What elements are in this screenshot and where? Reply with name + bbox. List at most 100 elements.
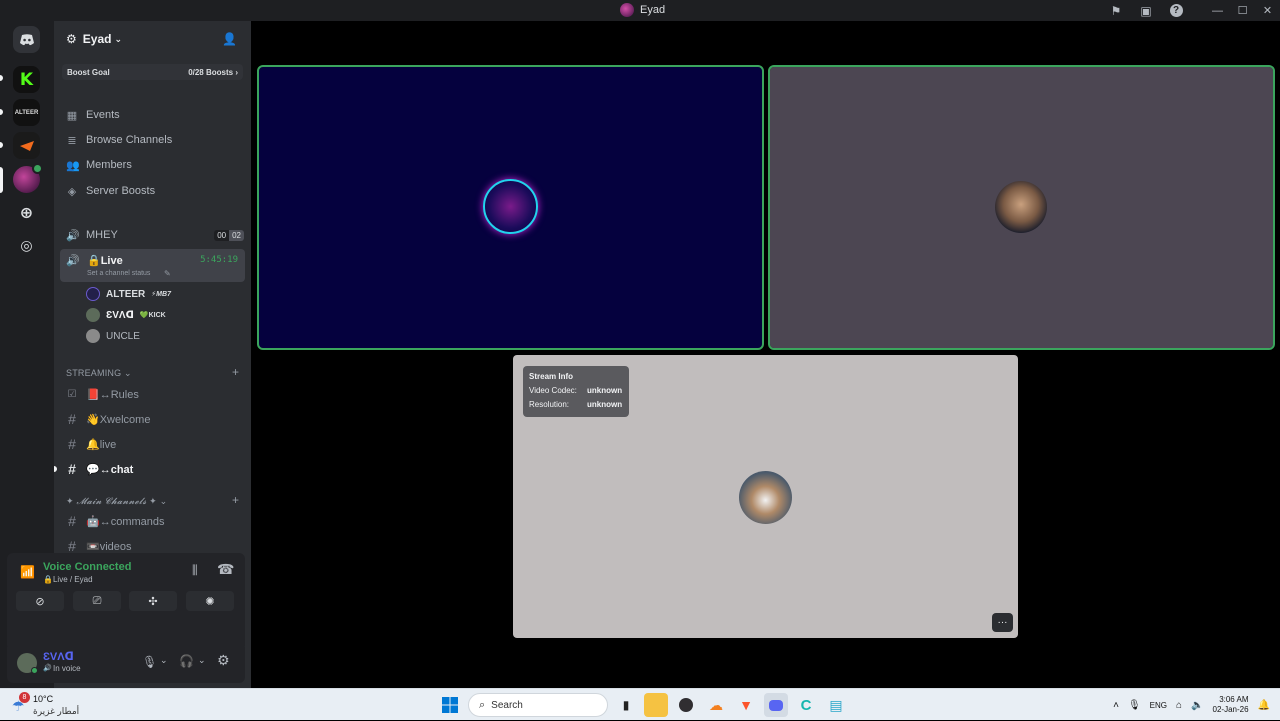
eyad-server-icon[interactable] [13, 163, 43, 193]
user-name[interactable]: ƐVΛᗡ [43, 650, 74, 663]
signal-icon: 📶 [20, 565, 35, 579]
more-options-button[interactable]: ··· [992, 613, 1013, 632]
notifications-icon[interactable]: 🔔 [1258, 700, 1270, 711]
channel-live[interactable]: # 🔔live [66, 434, 116, 454]
taskbar-search[interactable]: ⌕ Search [468, 693, 608, 717]
discord-home-icon[interactable] [13, 26, 40, 53]
microphone-tray-icon[interactable]: 🎙 [1128, 700, 1141, 711]
flag-icon[interactable]: ⚑ [1101, 0, 1131, 21]
noise-suppression-icon[interactable]: ⫼ [192, 563, 198, 578]
more-options-icon: ··· [997, 617, 1008, 628]
settings-gear-icon[interactable]: ⚙ [217, 652, 230, 669]
screen-share-button[interactable]: ⎚ [73, 591, 121, 611]
nav-browse-channels[interactable]: ≣ Browse Channels [66, 130, 172, 150]
voice-channel-mhey[interactable]: 🔊 MHEY 00 02 [66, 225, 244, 245]
channel-chat[interactable]: # 💬↔chat [66, 459, 133, 479]
hash-icon: # [68, 461, 76, 477]
avatar [86, 287, 100, 301]
soundboard-button[interactable]: ✺ [186, 591, 234, 611]
volume-icon[interactable]: 🔈 [1191, 700, 1203, 711]
voice-user-tag: 💚KICK [139, 312, 166, 319]
nav-events[interactable]: ▦ Events [66, 105, 120, 125]
list-icon: ≣ [67, 134, 77, 147]
activities-icon: ✣ [148, 595, 158, 608]
add-channel-icon[interactable]: + [232, 493, 239, 507]
brave-icon[interactable]: ▼ [734, 693, 758, 717]
obs-icon[interactable] [674, 693, 698, 717]
call-timer: 5:45:19 [200, 255, 238, 265]
inbox-icon[interactable]: ▣ [1131, 0, 1161, 21]
add-channel-icon[interactable]: + [232, 365, 239, 379]
nav-label: Members [86, 159, 132, 171]
invite-icon[interactable]: 👤 [222, 32, 237, 46]
video-tile-eyad[interactable] [768, 65, 1275, 350]
disconnect-icon[interactable]: ☎ [217, 561, 234, 578]
stream-info-tooltip: Stream Info Video Codec: unknown Resoluti… [523, 366, 629, 417]
video-tile-alteer[interactable] [257, 65, 764, 350]
category-streaming[interactable]: STREAMING ⌄ [66, 368, 132, 379]
avatar [86, 308, 100, 322]
network-icon[interactable]: ⌂ [1176, 700, 1182, 711]
add-server-icon[interactable]: ⊕ [13, 199, 40, 226]
weather-badge: 8 [19, 692, 30, 703]
nav-label: Browse Channels [86, 134, 173, 146]
kick-server-icon[interactable]: K [13, 66, 40, 93]
server-header[interactable]: ⚙ Eyad ⌄ 👤 [54, 21, 251, 57]
unread-pill [0, 109, 3, 115]
hash-icon: # [68, 513, 76, 529]
voice-connected-panel: 📶 Voice Connected 🔒Live / Eyad ⫼ ☎ ⊘ ⎚ ✣… [7, 553, 245, 651]
chevron-down-icon[interactable]: ⌄ [160, 655, 168, 666]
chevron-down-icon[interactable]: ⌄ [198, 655, 206, 666]
voice-location[interactable]: 🔒Live / Eyad [43, 575, 93, 584]
camera-off-icon: ⊘ [35, 595, 45, 608]
weather-temp: 10°C [33, 694, 54, 704]
chevron-up-icon[interactable]: ˄ [1113, 700, 1119, 711]
voice-status[interactable]: Voice Connected [43, 561, 131, 573]
channel-name: 🔒Live [87, 255, 123, 267]
alteer-server-icon[interactable]: ALTEER [13, 99, 40, 126]
channel-rules[interactable]: ☑ 📕↔Rules [66, 384, 139, 404]
channel-welcome[interactable]: # 👋Xwelcome [66, 409, 150, 429]
activities-button[interactable]: ✣ [129, 591, 177, 611]
windows-taskbar: ☂ 8 10°C أمطار غزيرة ⌕ Search ▮ ☁ ▼ C ▤ … [0, 688, 1280, 720]
category-main-channels[interactable]: ✦ 𝓜𝓪𝓲𝓷 𝓒𝓱𝓪𝓷𝓷𝓮𝓵𝓼 ✦ ⌄ [66, 496, 167, 507]
maximize-button[interactable]: ☐ [1230, 0, 1255, 21]
voice-user-name: ALTEER [106, 288, 146, 300]
minimize-button[interactable]: — [1205, 0, 1230, 21]
cloudflare-icon[interactable]: ☁ [704, 693, 728, 717]
camera-off-button[interactable]: ⊘ [16, 591, 64, 611]
explore-icon[interactable]: ◎ [13, 232, 40, 259]
app-c-icon[interactable]: C [794, 693, 818, 717]
server-name: Eyad [82, 32, 112, 46]
voice-user[interactable]: ALTEER ⚡MB7 [86, 285, 171, 303]
discord-taskbar-icon[interactable] [764, 693, 788, 717]
pencil-icon[interactable]: ✎ [164, 269, 171, 278]
hash-icon: # [68, 436, 76, 452]
nav-label: Events [86, 109, 120, 121]
avatar [86, 329, 100, 343]
channel-status[interactable]: Set a channel status [87, 270, 150, 277]
file-explorer-icon[interactable] [644, 693, 668, 717]
voice-channel-live[interactable]: 🔊 🔒Live 5:45:19 Set a channel status ✎ [60, 249, 245, 282]
clock[interactable]: 3:06 AM 02-Jan-26 [1213, 695, 1249, 715]
boost-goal-bar[interactable]: Boost Goal 0/28 Boosts › [62, 64, 243, 80]
help-icon[interactable]: ? [1161, 0, 1191, 21]
close-button[interactable]: ✕ [1255, 0, 1280, 21]
nav-members[interactable]: 👥 Members [66, 155, 132, 175]
voice-user[interactable]: UNCLE [86, 327, 140, 345]
orange-server-icon[interactable] [13, 132, 40, 159]
notepad-icon[interactable]: ▤ [824, 693, 848, 717]
nav-server-boosts[interactable]: ◈ Server Boosts [66, 181, 155, 201]
language-indicator[interactable]: ENG [1150, 701, 1167, 710]
video-tile-uncle[interactable]: Stream Info Video Codec: unknown Resoluti… [513, 355, 1018, 638]
microphone-icon[interactable]: 🎙 [142, 655, 157, 669]
start-button[interactable] [438, 693, 462, 717]
category-label: ✦ 𝓜𝓪𝓲𝓷 𝓒𝓱𝓪𝓷𝓷𝓮𝓵𝓼 ✦ [66, 496, 157, 506]
task-view-icon[interactable]: ▮ [614, 693, 638, 717]
headphones-icon[interactable]: 🎧 [179, 654, 194, 668]
voice-user[interactable]: ƐVΛᗡ 💚KICK [86, 306, 166, 324]
channel-name: MHEY [86, 229, 118, 241]
video-stage: Stream Info Video Codec: unknown Resoluti… [251, 21, 1280, 688]
window-title: Eyad [620, 3, 665, 17]
channel-commands[interactable]: # 🤖↔commands [66, 511, 164, 531]
